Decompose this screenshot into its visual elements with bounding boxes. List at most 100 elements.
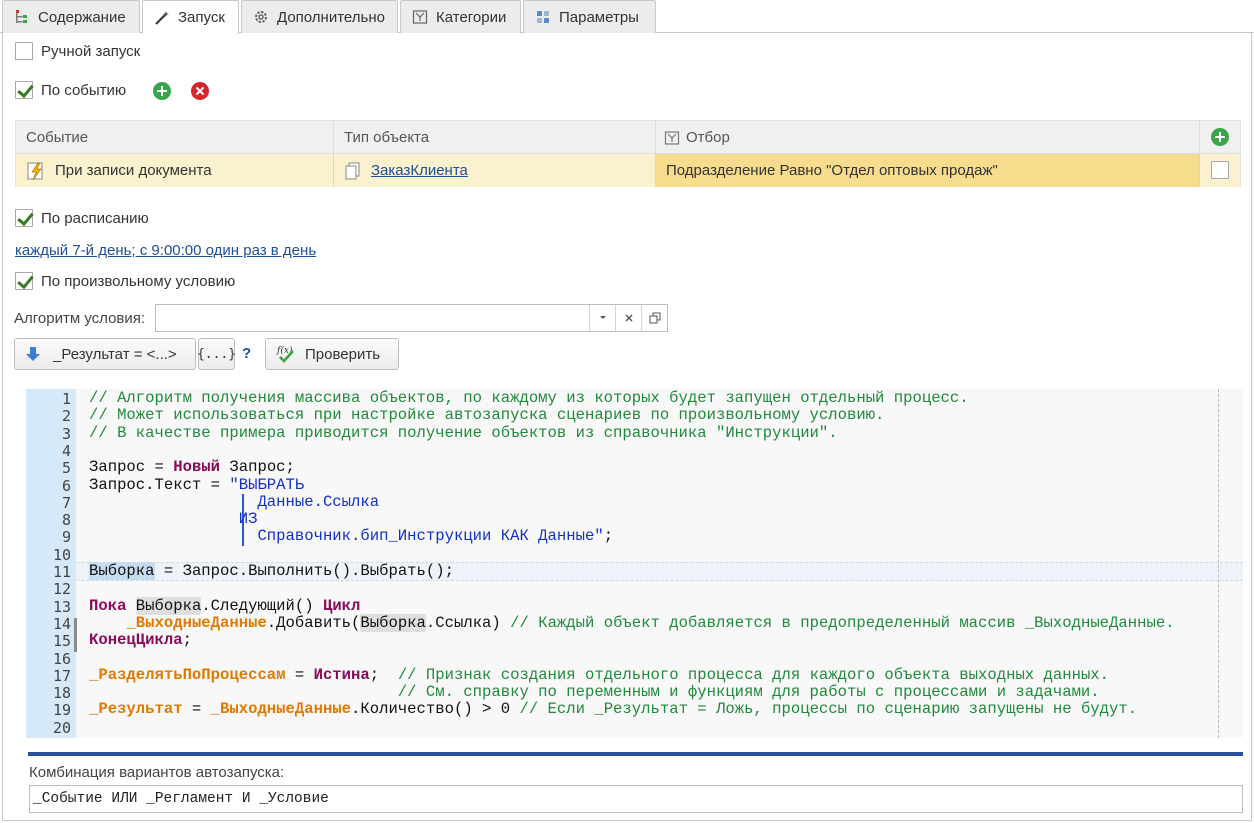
manual-launch-label: Ручной запуск: [41, 42, 141, 60]
code-line-18: // См. справку по переменным и функциям …: [89, 683, 1100, 702]
tab-bar: Содержание Запуск Дополнительно Категори…: [0, 0, 1254, 34]
clear-button[interactable]: [615, 305, 641, 331]
filter-cell[interactable]: Подразделение Равно "Отдел оптовых прода…: [656, 154, 1200, 187]
tab-launch-label: Запуск: [178, 9, 225, 26]
code-line-6: Запрос.Текст = "ВЫБРАТЬ: [89, 475, 305, 494]
help-link[interactable]: ?: [242, 345, 251, 362]
line-number: 19: [52, 701, 71, 720]
table-row[interactable]: При записи документа ЗаказКлиента Подраз…: [16, 154, 1240, 187]
arrow-down-icon: [25, 346, 41, 362]
custom-launch-label: По произвольному условию: [41, 272, 236, 290]
folder-icon: [411, 8, 429, 26]
plus-icon: [1215, 132, 1225, 142]
add-row-button[interactable]: [1211, 128, 1229, 146]
add-event-button[interactable]: [153, 82, 171, 100]
splitter[interactable]: [28, 752, 1243, 756]
schedule-link[interactable]: каждый 7-й день; с 9:00:00 один раз в де…: [15, 242, 316, 259]
column-header-event[interactable]: Событие: [16, 121, 334, 154]
line-number: 17: [52, 666, 71, 685]
schedule-launch-checkbox[interactable]: [15, 209, 33, 227]
open-button[interactable]: [641, 305, 667, 331]
event-launch-label: По событию: [41, 81, 127, 99]
close-icon: [195, 86, 205, 96]
line-number: 18: [52, 684, 71, 703]
gear-icon: [252, 8, 270, 26]
plus-icon: [157, 86, 167, 96]
column-header-object-type[interactable]: Тип объекта: [334, 121, 656, 154]
code-line-8: ИЗ: [89, 510, 258, 529]
code-line-7: Данные.Ссылка: [89, 492, 380, 511]
tab-parameters[interactable]: Параметры: [523, 0, 656, 33]
custom-launch-checkbox[interactable]: [15, 272, 33, 290]
dropdown-button[interactable]: [589, 305, 615, 331]
change-marker: [74, 618, 77, 652]
events-table: Событие Тип объекта Отбор При записи док…: [15, 120, 1241, 187]
algorithm-label: Алгоритм условия:: [14, 310, 146, 327]
code-line-2: // Может использоваться при настройке ав…: [89, 406, 885, 425]
column-header-filter[interactable]: Отбор: [656, 121, 1200, 154]
check-button-label: Проверить: [305, 345, 381, 363]
schedule-launch-option[interactable]: По расписанию: [15, 209, 149, 227]
right-margin-guide: [1218, 389, 1219, 738]
result-template-button[interactable]: _Результат = <...>: [14, 338, 196, 370]
line-number: 4: [61, 441, 71, 460]
line-number: 6: [61, 476, 71, 495]
line-number: 14: [52, 614, 71, 633]
open-window-icon: [649, 312, 660, 324]
tab-categories[interactable]: Категории: [400, 0, 521, 33]
grid-icon: [534, 8, 552, 26]
braces-button[interactable]: {...}: [197, 338, 236, 370]
combination-input[interactable]: _Событие ИЛИ _Регламент И _Условие: [29, 785, 1243, 813]
event-cell[interactable]: При записи документа: [16, 154, 334, 187]
tab-categories-label: Категории: [436, 8, 507, 26]
tab-additional[interactable]: Дополнительно: [241, 0, 398, 33]
result-template-label: _Результат = <...>: [53, 345, 177, 363]
line-number: 11: [52, 563, 71, 581]
line-number: 5: [61, 459, 71, 478]
tab-content[interactable]: Содержание: [2, 0, 140, 33]
events-table-header: Событие Тип объекта Отбор: [16, 121, 1240, 154]
code-line-19: _Результат = _ВыходныеДанные.Количество(…: [89, 700, 1138, 719]
manual-launch-option[interactable]: Ручной запуск: [15, 42, 140, 60]
line-number: 1: [61, 390, 71, 408]
tab-content-label: Содержание: [38, 8, 126, 26]
line-number: 3: [61, 424, 71, 443]
line-number: 7: [61, 493, 71, 512]
event-launch-option[interactable]: По событию: [15, 81, 126, 99]
check-button[interactable]: f(x) Проверить: [265, 338, 399, 370]
row-checkbox[interactable]: [1211, 161, 1229, 179]
schedule-launch-label: По расписанию: [41, 209, 149, 227]
custom-launch-option[interactable]: По произвольному условию: [15, 272, 235, 290]
line-number: 20: [52, 718, 71, 737]
code-line-14: _ВыходныеДанные.Добавить(Выборка.Ссылка)…: [126, 613, 1175, 632]
code-line-1: // Алгоритм получения массива объектов, …: [89, 389, 969, 407]
lightning-icon: [26, 161, 46, 181]
filter-icon: [664, 130, 680, 146]
code-editor[interactable]: 1 2 3 4 5 6 7 8 9 10 11 12 13 14 15 16 17 18 19 20 // Алгор…: [26, 389, 1243, 738]
magic-wand-icon: [153, 9, 171, 27]
line-number: 12: [52, 580, 71, 599]
line-number: 16: [52, 649, 71, 668]
code-line-17: _РазделятьПоПроцессам = Истина; // Призн…: [89, 665, 1110, 684]
code-line-5: Запрос = Новый Запрос;: [89, 458, 295, 477]
tree-icon: [13, 8, 31, 26]
close-icon: [625, 314, 632, 322]
tab-parameters-label: Параметры: [559, 8, 639, 26]
line-number: 8: [61, 511, 71, 530]
object-type-cell[interactable]: ЗаказКлиента: [334, 154, 656, 187]
tab-launch[interactable]: Запуск: [142, 0, 239, 34]
event-launch-checkbox[interactable]: [15, 81, 33, 99]
delete-event-button[interactable]: [191, 82, 209, 100]
algorithm-field[interactable]: [155, 304, 668, 332]
manual-launch-checkbox[interactable]: [15, 42, 33, 60]
chevron-down-icon: [599, 316, 606, 319]
line-number: 2: [61, 407, 71, 426]
line-number: 9: [61, 528, 71, 547]
code-line-13: Пока Выборка.Следующий() Цикл: [89, 596, 361, 615]
event-value: При записи документа: [55, 162, 212, 179]
combination-label: Комбинация вариантов автозапуска:: [29, 764, 285, 781]
tab-additional-label: Дополнительно: [277, 8, 385, 26]
object-type-link[interactable]: ЗаказКлиента: [371, 162, 468, 179]
line-number: 15: [52, 632, 71, 651]
line-number: 13: [52, 597, 71, 616]
